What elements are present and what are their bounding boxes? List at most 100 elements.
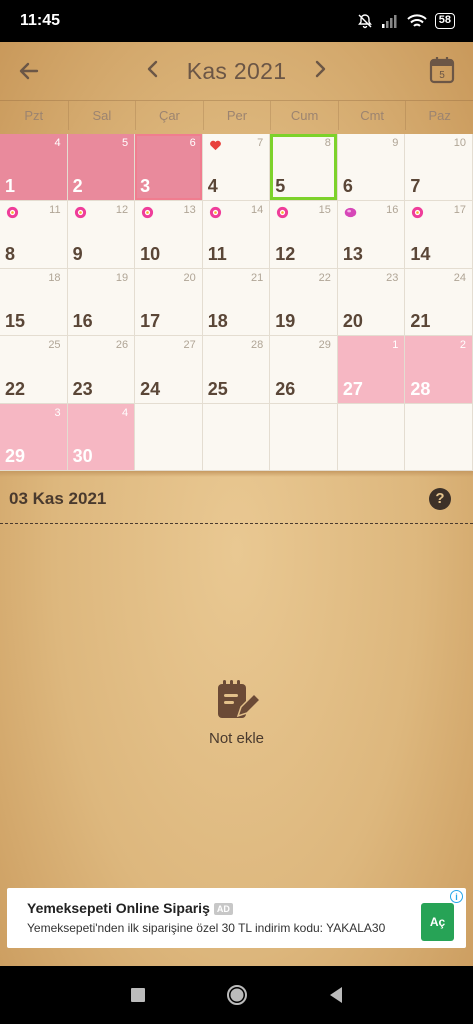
calendar-day-cell[interactable]: 27 24 <box>135 336 203 404</box>
ad-badge: AD <box>213 903 233 916</box>
calendar-day-cell[interactable]: 74 <box>202 134 271 202</box>
cycle-day-number: 4 <box>122 406 129 419</box>
ad-banner[interactable]: Yemeksepeti Online Sipariş AD Yemeksepeti… <box>7 888 466 948</box>
cycle-day-number: 17 <box>453 204 466 217</box>
calendar-empty-cell <box>202 403 271 471</box>
cycle-day-number: 22 <box>318 271 331 284</box>
date-number: 5 <box>275 176 286 197</box>
calendar-day-cell[interactable]: 21 18 <box>202 268 271 337</box>
calendar-day-cell[interactable]: 15 12 <box>270 201 338 269</box>
calendar-day-cell[interactable]: 1 27 <box>337 336 406 404</box>
cycle-day-number: 8 <box>324 137 331 149</box>
chevron-left-icon <box>147 60 157 78</box>
help-button[interactable]: ? <box>429 487 451 510</box>
add-note-button[interactable]: Not ekle <box>0 642 473 782</box>
calendar-day-cell[interactable]: 28 25 <box>202 336 271 404</box>
app-screen: Kas 2021 5 Pzt Sal Çar Per Cum Cmt Paz 4… <box>0 42 473 966</box>
date-number: 2 <box>72 176 83 197</box>
cycle-day-number: 23 <box>386 271 399 284</box>
calendar-day-cell[interactable]: 12 9 <box>67 201 136 269</box>
signal-icon <box>381 15 397 28</box>
weekday-label: Çar <box>135 101 203 130</box>
date-number: 17 <box>140 311 161 332</box>
cycle-day-number: 3 <box>54 406 61 419</box>
calendar-day-cell[interactable]: 29 26 <box>270 336 338 404</box>
flower-icon <box>277 207 289 219</box>
cycle-day-number: 28 <box>251 339 264 352</box>
flower-icon <box>74 207 86 219</box>
cycle-day-number: 6 <box>189 137 196 149</box>
cycle-day-number: 5 <box>122 137 129 149</box>
weekday-label: Cmt <box>337 101 406 130</box>
calendar-day-cell[interactable]: 52 <box>67 134 136 202</box>
calendar-day-cell[interactable]: 96 <box>337 134 406 202</box>
calendar-day-cell[interactable]: 16 13 <box>337 201 406 269</box>
top-bar: Kas 2021 5 <box>0 42 473 100</box>
next-month-button[interactable] <box>310 58 330 84</box>
calendar-day-cell[interactable]: 20 17 <box>135 268 203 337</box>
prev-month-button[interactable] <box>143 58 163 84</box>
cycle-day-number: 13 <box>183 204 196 217</box>
calendar-day-cell[interactable]: 11 8 <box>0 201 68 269</box>
date-number: 27 <box>342 378 363 399</box>
cycle-day-number: 12 <box>115 204 129 217</box>
calendar-day-cell[interactable]: 2 28 <box>405 336 473 404</box>
cycle-day-number: 26 <box>115 339 129 352</box>
grid-shadow <box>0 470 473 477</box>
recents-icon[interactable] <box>130 987 146 1003</box>
ad-info-icon[interactable]: i <box>450 890 463 903</box>
cycle-day-number: 24 <box>453 271 466 284</box>
date-number: 9 <box>72 243 83 264</box>
back-nav-icon[interactable] <box>328 986 344 1004</box>
calendar-day-cell[interactable]: 4 30 <box>67 403 136 471</box>
cycle-day-number: 29 <box>318 339 331 352</box>
flower-icon <box>6 207 19 219</box>
date-number: 12 <box>275 243 296 264</box>
note-edit-icon <box>217 679 260 718</box>
date-number: 28 <box>410 378 431 399</box>
date-number: 8 <box>5 243 16 264</box>
cycle-day-number: 2 <box>459 339 466 352</box>
date-number: 4 <box>207 176 218 197</box>
date-number: 1 <box>5 176 16 197</box>
calendar-day-cell[interactable]: 63 <box>135 134 203 202</box>
weekday-label: Cum <box>270 101 338 130</box>
calendar-day-cell[interactable]: 17 14 <box>405 201 473 269</box>
calendar-day-cell[interactable]: 41 <box>0 134 68 202</box>
date-number: 15 <box>5 311 26 332</box>
date-number: 14 <box>410 243 431 264</box>
home-icon[interactable] <box>226 984 248 1006</box>
date-number: 21 <box>410 311 431 332</box>
calendar-day-cell[interactable]: 18 15 <box>0 268 68 337</box>
weekday-label: Sal <box>67 101 136 130</box>
ad-description: Yemeksepeti'nden ilk siparişine özel 30 … <box>27 921 386 935</box>
bell-muted-icon <box>357 14 372 29</box>
calendar-day-cell[interactable]: 24 21 <box>405 268 473 337</box>
calendar-badge: 5 <box>439 70 445 81</box>
calendar-day-cell[interactable]: 19 16 <box>67 268 136 337</box>
weekday-label: Paz <box>405 101 473 130</box>
weekday-header: Pzt Sal Çar Per Cum Cmt Paz <box>0 100 473 130</box>
calendar-day-cell[interactable]: 13 10 <box>135 201 203 269</box>
month-title: Kas 2021 <box>186 57 287 84</box>
flower-icon <box>142 207 154 219</box>
heart-icon <box>209 140 221 151</box>
calendar-day-cell[interactable]: 10 7 <box>405 134 473 202</box>
date-number: 13 <box>342 243 363 264</box>
calendar-day-cell[interactable]: 22 19 <box>270 268 338 337</box>
calendar-day-cell[interactable]: 14 11 <box>202 201 271 269</box>
cycle-day-number: 11 <box>49 204 61 217</box>
calendar-day-cell[interactable]: 3 29 <box>0 403 68 471</box>
ad-open-button[interactable]: Aç <box>421 903 454 941</box>
date-number: 30 <box>72 445 93 466</box>
date-number: 20 <box>342 311 363 332</box>
calendar-day-cell[interactable]: 85 <box>270 134 338 202</box>
calendar-icon: 5 <box>429 57 455 84</box>
back-button[interactable] <box>14 56 44 86</box>
calendar-day-cell[interactable]: 26 23 <box>67 336 136 404</box>
today-calendar-button[interactable]: 5 <box>429 56 459 86</box>
calendar-day-cell[interactable]: 23 20 <box>337 268 406 337</box>
ad-title: Yemeksepeti Online Sipariş AD <box>27 900 233 916</box>
calendar-day-cell[interactable]: 25 22 <box>0 336 68 404</box>
status-bar: 11:45 58 <box>0 0 473 42</box>
